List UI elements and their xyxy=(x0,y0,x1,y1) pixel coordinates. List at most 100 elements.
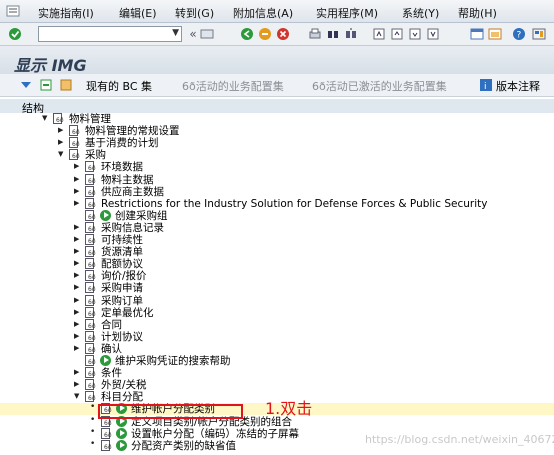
shortcut-icon[interactable] xyxy=(488,27,502,41)
find-icon[interactable] xyxy=(326,27,340,41)
documentation-icon[interactable]: 6ð xyxy=(69,125,81,137)
release-notes-button[interactable]: 版本注释 xyxy=(496,78,540,94)
documentation-icon[interactable]: 6ð xyxy=(85,246,97,258)
tree-node[interactable]: ▼ 6ð 物料管理 xyxy=(0,113,554,125)
cancel-icon[interactable] xyxy=(276,27,290,41)
documentation-icon[interactable]: 6ð xyxy=(69,149,81,161)
tree-node[interactable]: ▶ 6ð 采购申请 xyxy=(0,282,554,294)
documentation-icon[interactable]: 6ð xyxy=(85,197,97,209)
tree-node[interactable]: ▶ 6ð 物料管理的常规设置 xyxy=(0,125,554,137)
tree-node[interactable]: ▶ 6ð 条件 xyxy=(0,367,554,379)
menu-item-utilities[interactable]: 实用程序(M) xyxy=(316,5,378,21)
active-bc-sets-button[interactable]: 6ð活动的业务配置集 xyxy=(182,78,284,94)
expand-node-icon[interactable]: ▶ xyxy=(74,223,82,231)
expand-node-icon[interactable]: ▶ xyxy=(74,259,82,267)
tree-node[interactable]: ▼ 6ð 采购 xyxy=(0,149,554,161)
collapse-subtree-icon[interactable] xyxy=(40,79,52,91)
tree-node[interactable]: ▶ 6ð 供应商主数据 xyxy=(0,185,554,198)
documentation-icon[interactable]: 6ð xyxy=(85,234,97,245)
documentation-icon[interactable]: 6ð xyxy=(85,367,97,379)
expand-node-icon[interactable]: ▶ xyxy=(58,138,66,146)
documentation-icon[interactable]: 6ð xyxy=(85,391,97,403)
documentation-icon[interactable]: 6ð xyxy=(85,282,97,294)
documentation-icon[interactable]: 6ð xyxy=(85,294,97,306)
help-icon[interactable]: ? xyxy=(512,27,526,41)
expand-node-icon[interactable]: ▶ xyxy=(74,308,82,316)
exit-icon[interactable] xyxy=(258,27,272,41)
tree-node[interactable]: ▶ 6ð Restrictions for the Industry Solutio… xyxy=(0,197,554,210)
expand-subtree-icon[interactable] xyxy=(20,79,32,91)
execute-icon[interactable] xyxy=(100,355,111,366)
execute-icon[interactable] xyxy=(116,439,127,451)
expand-node-icon[interactable]: ▶ xyxy=(74,332,82,340)
menu-item-help[interactable]: 帮助(H) xyxy=(458,5,497,21)
documentation-icon[interactable]: 6ð xyxy=(85,355,97,366)
expand-node-icon[interactable]: ▶ xyxy=(74,283,82,291)
documentation-icon[interactable]: 6ð xyxy=(85,185,97,197)
expand-node-icon[interactable]: ▶ xyxy=(74,296,82,304)
note-icon[interactable] xyxy=(60,79,72,91)
save-icon[interactable] xyxy=(200,27,214,41)
history-icon[interactable]: « xyxy=(186,27,200,41)
expand-node-icon[interactable]: ▶ xyxy=(74,320,82,328)
tree-node[interactable]: ▶ 6ð 可持续性 xyxy=(0,234,554,246)
collapse-node-icon[interactable]: ▼ xyxy=(58,150,66,158)
previous-page-icon[interactable] xyxy=(390,27,404,41)
expand-node-icon[interactable]: ▶ xyxy=(74,247,82,255)
create-session-icon[interactable] xyxy=(470,27,484,41)
expand-node-icon[interactable]: ▶ xyxy=(74,271,82,279)
execute-icon[interactable] xyxy=(116,427,127,439)
documentation-icon[interactable]: 6ð xyxy=(85,221,97,233)
tree-node[interactable]: ▶ 6ð 定单最优化 xyxy=(0,306,554,319)
collapse-node-icon[interactable]: ▼ xyxy=(42,114,50,122)
menu-item-implementation-guide[interactable]: 实施指南(I) xyxy=(38,5,94,21)
expand-node-icon[interactable]: ▶ xyxy=(74,344,82,352)
expand-node-icon[interactable]: ▶ xyxy=(74,187,82,195)
next-page-icon[interactable] xyxy=(408,27,422,41)
documentation-icon[interactable]: 6ð xyxy=(85,306,97,318)
menu-item-goto[interactable]: 转到(G) xyxy=(175,5,214,21)
documentation-icon[interactable]: 6ð xyxy=(85,330,97,342)
tree-node[interactable]: ▶ 6ð 询价/报价 xyxy=(0,270,554,282)
expand-node-icon[interactable]: ▶ xyxy=(74,380,82,388)
expand-node-icon[interactable]: ▶ xyxy=(58,126,66,134)
menu-item-edit[interactable]: 编辑(E) xyxy=(119,5,157,21)
documentation-icon[interactable]: 6ð xyxy=(85,161,97,173)
tree-node[interactable]: ▶ 6ð 计划协议 xyxy=(0,330,554,343)
expand-node-icon[interactable]: ▶ xyxy=(74,162,82,170)
activated-bc-sets-button[interactable]: 6ð活动已激活的业务配置集 xyxy=(312,78,447,94)
existing-bc-sets-button[interactable]: 现有的 BC 集 xyxy=(86,78,152,94)
expand-node-icon[interactable]: ▶ xyxy=(74,175,82,183)
expand-node-icon[interactable]: ▶ xyxy=(74,368,82,376)
tree-node[interactable]: ▶ 6ð 采购订单 xyxy=(0,294,554,307)
tree-node[interactable]: 6ð 维护采购凭证的搜索帮助 xyxy=(0,355,554,367)
tree-node[interactable]: ▶ 6ð 基于消费的计划 xyxy=(0,137,554,149)
documentation-icon[interactable]: 6ð xyxy=(53,113,65,124)
documentation-icon[interactable]: 6ð xyxy=(85,173,97,185)
documentation-icon[interactable]: 6ð xyxy=(85,258,97,270)
documentation-icon[interactable]: 6ð xyxy=(101,439,113,451)
customize-layout-icon[interactable] xyxy=(532,27,546,41)
tree-node[interactable]: ▶ 6ð 货源清单 xyxy=(0,246,554,258)
documentation-icon[interactable]: 6ð xyxy=(85,270,97,282)
tree-node[interactable]: 6ð 创建采购组 xyxy=(0,209,554,222)
command-field[interactable]: ▼ xyxy=(38,26,182,42)
tree-node[interactable]: ▶ 6ð 物料主数据 xyxy=(0,173,554,186)
back-icon[interactable] xyxy=(240,27,254,41)
tree-node[interactable]: ▶ 6ð 环境数据 xyxy=(0,161,554,173)
documentation-icon[interactable]: 6ð xyxy=(85,209,97,221)
execute-icon[interactable] xyxy=(100,209,111,221)
enter-icon[interactable] xyxy=(8,27,22,41)
tree-node[interactable]: ▶ 6ð 合同 xyxy=(0,318,554,331)
expand-node-icon[interactable]: ▶ xyxy=(74,199,82,207)
documentation-icon[interactable]: 6ð xyxy=(85,342,97,354)
documentation-icon[interactable]: 6ð xyxy=(85,318,97,330)
tree-node[interactable]: ▶ 6ð 确认 xyxy=(0,342,554,355)
print-icon[interactable] xyxy=(308,27,322,41)
last-page-icon[interactable] xyxy=(426,27,440,41)
documentation-icon[interactable]: 6ð xyxy=(69,137,81,149)
find-next-icon[interactable] xyxy=(344,27,358,41)
tree-node[interactable]: ▶ 6ð 配额协议 xyxy=(0,258,554,270)
first-page-icon[interactable] xyxy=(372,27,386,41)
collapse-node-icon[interactable]: ▼ xyxy=(74,392,82,400)
